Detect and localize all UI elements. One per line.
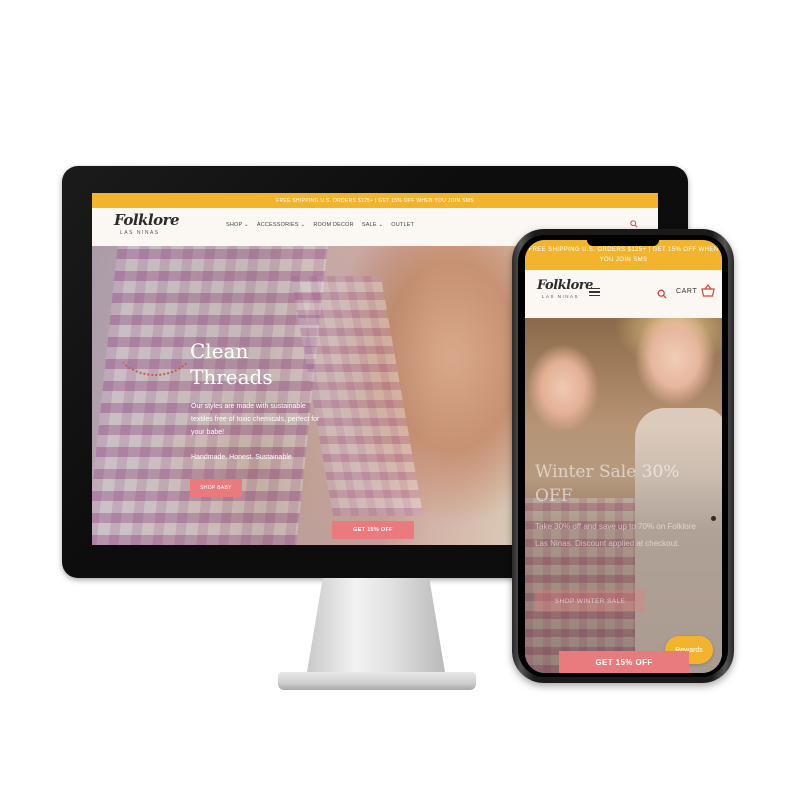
chevron-down-icon: ⌄ <box>378 222 384 228</box>
hero-tagline: Handmade. Honest. Sustainable <box>191 454 292 461</box>
logo-subtitle: LAS NINAS <box>120 230 160 236</box>
hero-title: Clean Threads <box>190 339 273 389</box>
logo-subtitle: LAS NINAS <box>542 294 580 299</box>
mobile-screen: FREE SHIPPING U.S. ORDERS $125+ | GET 15… <box>525 240 722 673</box>
shop-baby-button[interactable]: SHOP BABY <box>190 479 242 497</box>
nav-accessories[interactable]: ACCESSORIES ⌄ <box>257 222 305 228</box>
hero-description: Our styles are made with sustainable tex… <box>191 403 320 436</box>
hero-description: Take 30% off and save up to 70% on Folkl… <box>535 522 696 548</box>
logo-wordmark: Folklore <box>537 278 593 293</box>
logo-wordmark: Folklore <box>114 211 180 229</box>
hamburger-menu-icon[interactable] <box>589 288 600 296</box>
desktop-logo[interactable]: Folklore LAS NINAS <box>114 211 180 245</box>
mobile-logo[interactable]: Folklore LAS NINAS <box>537 279 593 299</box>
nav-shop[interactable]: SHOP ⌄ <box>226 222 249 228</box>
search-icon[interactable] <box>657 286 667 299</box>
get-15-off-button[interactable]: GET 15% OFF <box>332 521 414 539</box>
desktop-nav: SHOP ⌄ ACCESSORIES ⌄ ROOM DECOR SALE ⌄ O… <box>226 222 414 228</box>
monitor-stand <box>306 578 446 678</box>
nav-sale[interactable]: SALE ⌄ <box>362 222 383 228</box>
mobile-header: Folklore LAS NINAS CART <box>525 270 722 318</box>
mobile-hero: Winter Sale 30% OFF Take 30% off and sav… <box>525 318 722 673</box>
shop-winter-sale-button[interactable]: SHOP WINTER SALE <box>535 590 645 612</box>
carousel-dot[interactable] <box>711 516 716 521</box>
phone-notch <box>587 240 659 246</box>
desktop-announcement-banner[interactable]: FREE SHIPPING U.S. ORDERS $125+ | GET 15… <box>92 193 658 208</box>
cart-label[interactable]: CART <box>676 288 697 295</box>
cart-basket-icon[interactable] <box>701 284 715 297</box>
monitor-base <box>278 672 476 690</box>
hero-title: Winter Sale 30% OFF <box>535 462 680 506</box>
nav-outlet[interactable]: OUTLET <box>391 222 414 228</box>
chevron-down-icon: ⌄ <box>244 222 249 228</box>
chevron-down-icon: ⌄ <box>300 222 306 228</box>
get-15-off-button[interactable]: GET 15% OFF <box>559 651 689 673</box>
nav-room-decor[interactable]: ROOM DECOR <box>313 222 354 228</box>
